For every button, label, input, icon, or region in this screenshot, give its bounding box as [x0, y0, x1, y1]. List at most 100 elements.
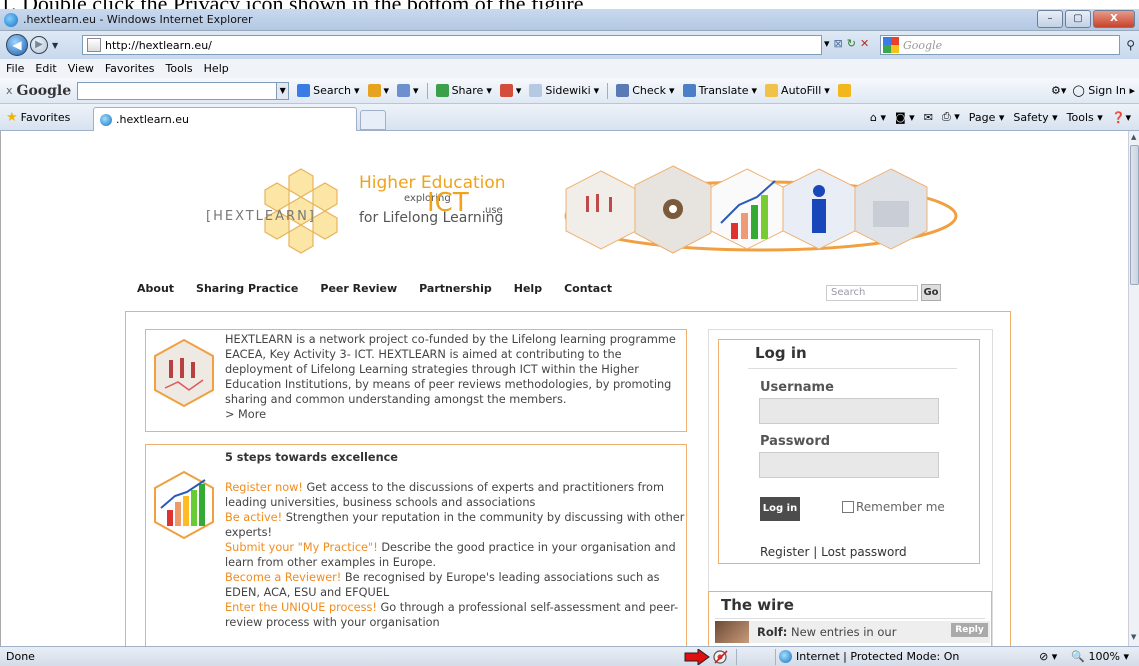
history-dropdown[interactable]: ▼ — [52, 41, 58, 50]
toolbar-autofill-label: AutoFill — [781, 84, 822, 97]
nav-contact[interactable]: Contact — [564, 282, 612, 295]
search-field[interactable]: Google — [880, 35, 1120, 55]
maximize-button[interactable]: ▢ — [1065, 10, 1091, 28]
autofill-icon — [765, 84, 779, 97]
forward-button[interactable]: ▶ — [30, 36, 48, 54]
help-icon[interactable]: ❓▾ — [1112, 111, 1131, 124]
home-icon[interactable]: ⌂ ▾ — [870, 111, 886, 124]
nav-help[interactable]: Help — [514, 282, 542, 295]
scroll-up-icon[interactable]: ▲ — [1131, 133, 1136, 141]
toolbar-search-button[interactable]: Search ▾ — [297, 84, 360, 97]
add-on-icon[interactable]: ⊘ ▾ — [1039, 650, 1057, 663]
step-link[interactable]: Become a Reviewer! — [225, 571, 341, 584]
step-link[interactable]: Submit your "My Practice"! — [225, 541, 378, 554]
nav-partnership[interactable]: Partnership — [419, 282, 492, 295]
step-link[interactable]: Enter the UNIQUE process! — [225, 601, 377, 614]
toolbar-close-button[interactable]: x — [6, 84, 13, 97]
toolbar-translate-button[interactable]: Translate ▾ — [682, 84, 757, 97]
wrench-icon[interactable]: ⚙▾ — [1051, 84, 1066, 97]
zoom-control[interactable]: 🔍 100% ▾ — [1071, 650, 1129, 663]
red-arrow-icon — [684, 649, 710, 665]
site-nav: About Sharing Practice Peer Review Partn… — [137, 282, 612, 295]
step-link[interactable]: Be active! — [225, 511, 282, 524]
divider — [715, 618, 985, 619]
menu-help[interactable]: Help — [204, 62, 229, 75]
feeds-icon[interactable]: ◙ ▾ — [895, 111, 915, 124]
nav-sharing-practice[interactable]: Sharing Practice — [196, 282, 298, 295]
toolbar-sidewiki-button[interactable]: Sidewiki ▾ — [529, 84, 599, 97]
divider — [607, 82, 609, 99]
url-text[interactable]: http://hextlearn.eu/ — [105, 39, 212, 52]
refresh-icon[interactable]: ↻ — [847, 37, 856, 50]
step-link[interactable]: Register now! — [225, 481, 303, 494]
toolbar-pencil-button[interactable] — [837, 84, 851, 97]
puzzle-icon — [397, 84, 411, 97]
nav-peer-review[interactable]: Peer Review — [320, 282, 397, 295]
back-button[interactable]: ◀ — [6, 34, 28, 56]
toolbar-translate-label: Translate — [698, 84, 749, 97]
reply-button[interactable]: Reply — [951, 623, 988, 637]
minimize-button[interactable]: – — [1037, 10, 1063, 28]
tools-menu[interactable]: Tools ▾ — [1067, 111, 1103, 124]
favorites-button[interactable]: Favorites — [21, 111, 71, 124]
safety-menu[interactable]: Safety ▾ — [1013, 111, 1057, 124]
divider — [426, 82, 428, 99]
wire-author: Rolf: — [757, 625, 788, 639]
site-search-input[interactable]: Search — [826, 285, 918, 301]
intro-more-link[interactable]: > More — [225, 408, 266, 421]
menu-tools[interactable]: Tools — [166, 62, 193, 75]
remember-checkbox[interactable] — [842, 501, 854, 513]
toolbar-addon-button[interactable]: ▾ — [397, 84, 419, 97]
mail-icon[interactable]: ✉ — [924, 111, 933, 124]
step-text: Strengthen your reputation in the commun… — [225, 511, 685, 539]
menu-edit[interactable]: Edit — [35, 62, 56, 75]
sign-in-button[interactable]: ◯ Sign In ▸ — [1072, 84, 1135, 97]
toolbar-check-button[interactable]: Check ▾ — [616, 84, 675, 97]
zone-text: Internet | Protected Mode: On — [796, 650, 960, 663]
divider — [748, 368, 957, 369]
site-search-go-button[interactable]: Go — [921, 284, 941, 301]
lost-password-link[interactable]: Lost password — [821, 545, 907, 559]
scrollbar-thumb[interactable] — [1130, 145, 1139, 285]
compat-view-icon[interactable]: ⊠ — [834, 37, 843, 50]
toolbar-autofill-button[interactable]: AutoFill ▾ — [765, 84, 830, 97]
register-link[interactable]: Register — [760, 545, 809, 559]
menu-favorites[interactable]: Favorites — [105, 62, 155, 75]
google-search-dropdown[interactable]: ▼ — [277, 81, 290, 100]
nav-about[interactable]: About — [137, 282, 174, 295]
toolbar-share-label: Share — [451, 84, 484, 97]
globe-icon — [779, 650, 792, 663]
username-field[interactable] — [759, 398, 939, 424]
new-tab-button[interactable] — [360, 110, 386, 130]
menu-view[interactable]: View — [68, 62, 94, 75]
stop-icon[interactable]: ✕ — [860, 37, 869, 50]
translate-icon — [682, 84, 696, 97]
favorites-star-icon[interactable]: ★ — [6, 110, 18, 125]
toolbar-search-label: Search — [313, 84, 351, 97]
window-controls: – ▢ X — [1035, 10, 1135, 28]
divider — [736, 649, 737, 665]
privacy-icon[interactable] — [713, 649, 729, 665]
page-menu[interactable]: Page ▾ — [969, 111, 1005, 124]
password-field[interactable] — [759, 452, 939, 478]
security-zone[interactable]: Internet | Protected Mode: On — [779, 650, 959, 663]
vertical-scrollbar[interactable]: ▲ ▼ — [1128, 131, 1139, 646]
link-separator: | — [813, 545, 818, 559]
url-field[interactable]: http://hextlearn.eu/ — [82, 35, 822, 55]
toolbar-share-button[interactable]: Share ▾ — [435, 84, 492, 97]
google-search-input[interactable] — [77, 81, 278, 100]
url-dropdown-icon[interactable]: ▾ — [824, 37, 830, 50]
browser-tab[interactable]: .hextlearn.eu — [93, 107, 357, 131]
menu-file[interactable]: File — [6, 62, 24, 75]
toolbar-bookmark-button[interactable]: ▾ — [367, 84, 389, 97]
page-icon — [87, 38, 101, 52]
close-button[interactable]: X — [1093, 10, 1135, 28]
toolbar-blog-button[interactable]: ▾ — [499, 84, 521, 97]
search-placeholder: Google — [903, 38, 943, 52]
google-toolbar: x Google ▼ Search ▾ ▾ ▾ Share ▾ ▾ Sidewiki… — [0, 78, 1139, 104]
search-icon[interactable]: ⚲ — [1126, 38, 1135, 52]
login-button[interactable]: Log in — [760, 497, 800, 521]
scroll-down-icon[interactable]: ▼ — [1131, 633, 1136, 641]
remember-me[interactable]: Remember me — [842, 500, 945, 514]
print-icon[interactable]: ⎙ ▾ — [942, 110, 960, 124]
